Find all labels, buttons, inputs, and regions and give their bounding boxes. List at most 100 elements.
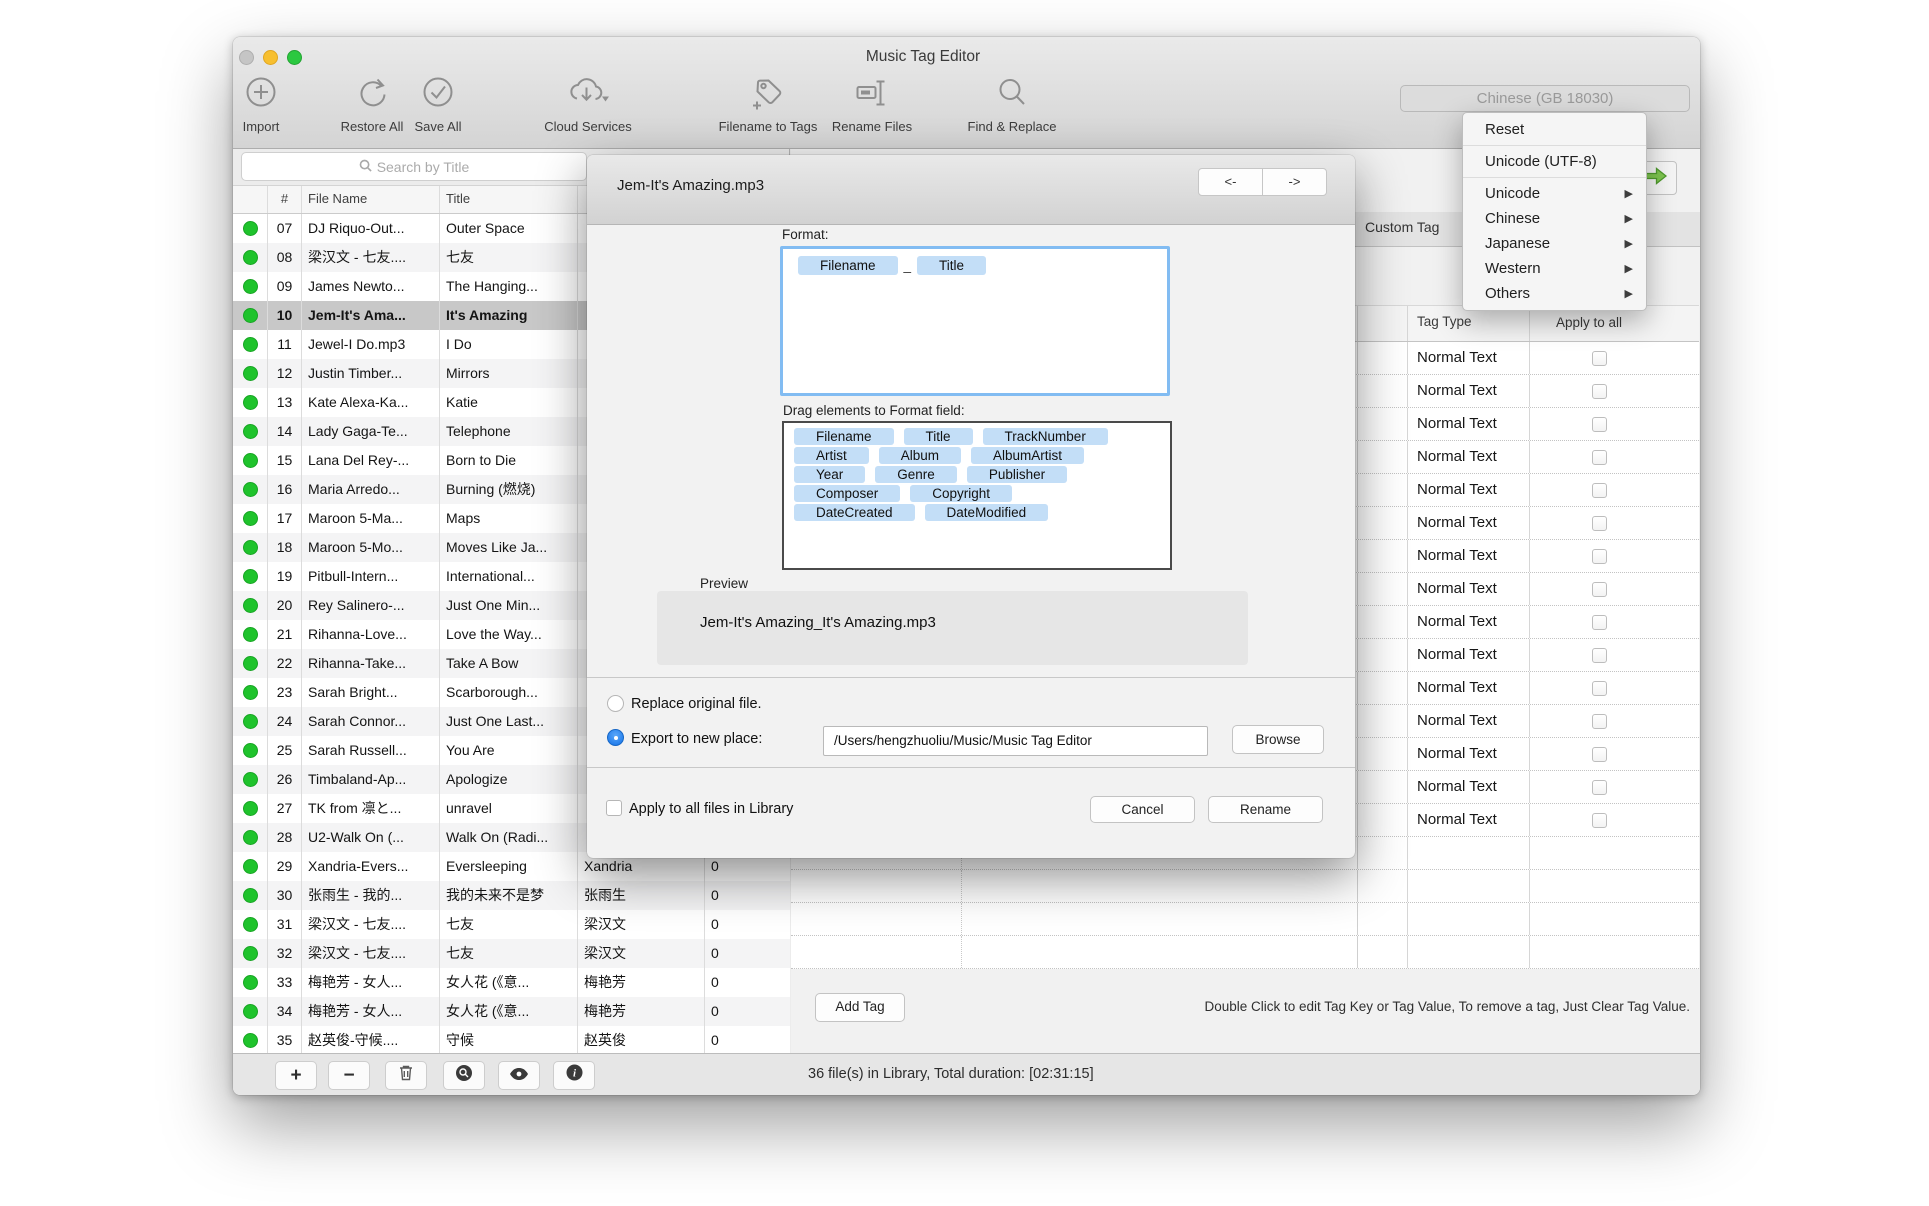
file-track: 0	[705, 997, 789, 1026]
format-element-chip[interactable]: Album	[879, 447, 961, 464]
export-path-input[interactable]: /Users/hengzhuoliu/Music/Music Tag Edito…	[823, 726, 1208, 756]
column-header-apply-to-all[interactable]: Apply to all	[1530, 306, 1699, 341]
cancel-button[interactable]: Cancel	[1090, 796, 1195, 823]
encoding-field[interactable]: Chinese (GB 18030)	[1400, 85, 1690, 112]
column-header-title[interactable]: Title	[440, 186, 578, 213]
apply-to-all-checkbox[interactable]	[1592, 780, 1607, 795]
apply-to-all-checkbox[interactable]	[1592, 483, 1607, 498]
apply-to-all-checkbox[interactable]	[1592, 747, 1607, 762]
format-element-chip[interactable]: Genre	[875, 466, 957, 483]
export-new-place-radio[interactable]	[607, 729, 624, 746]
cloud-services-button[interactable]: Cloud Services	[536, 73, 640, 134]
file-row[interactable]: 35赵英俊-守候....守候赵英俊0	[233, 1026, 790, 1055]
apply-all-label[interactable]: Apply to all files in Library	[629, 801, 793, 817]
menu-item-unicode-utf-8-[interactable]: Unicode (UTF-8)	[1463, 149, 1646, 174]
format-label: Format:	[782, 227, 829, 242]
menu-item-reset[interactable]: Reset	[1463, 117, 1646, 142]
preview-value: Jem-It's Amazing_It's Amazing.mp3	[700, 614, 936, 631]
file-name: Xandria-Evers...	[302, 852, 440, 881]
close-button[interactable]	[239, 50, 254, 65]
format-element-chip[interactable]: Filename	[794, 428, 894, 445]
file-row[interactable]: 30张雨生 - 我的...我的未来不是梦张雨生0	[233, 881, 790, 910]
apply-to-all-checkbox[interactable]	[1592, 582, 1607, 597]
file-row[interactable]: 34梅艳芳 - 女人...女人花 (《意...梅艳芳0	[233, 997, 790, 1026]
format-element-chip[interactable]: TrackNumber	[983, 428, 1108, 445]
format-element-chip[interactable]: DateModified	[925, 504, 1049, 521]
column-header-file-name[interactable]: File Name	[302, 186, 440, 213]
green-dot-icon	[243, 308, 258, 323]
previous-file-button[interactable]: <-	[1198, 168, 1263, 196]
apply-to-all-checkbox[interactable]	[1592, 417, 1607, 432]
restore-all-button[interactable]: Restore All	[331, 73, 413, 134]
next-file-button[interactable]: ->	[1262, 168, 1327, 196]
apply-to-all-checkbox[interactable]	[1592, 549, 1607, 564]
format-element-chip[interactable]: DateCreated	[794, 504, 915, 521]
apply-to-all-checkbox[interactable]	[1592, 813, 1607, 828]
apply-to-all-checkbox[interactable]	[1592, 648, 1607, 663]
remove-icon: −	[343, 1065, 354, 1087]
apply-to-all-checkbox[interactable]	[1592, 615, 1607, 630]
apply-to-all-checkbox[interactable]	[1592, 450, 1607, 465]
column-header-tag-type[interactable]: Tag Type	[1408, 306, 1530, 341]
import-button[interactable]: Import	[235, 73, 287, 134]
apply-to-all-checkbox[interactable]	[1592, 351, 1607, 366]
format-element-chip[interactable]: AlbumArtist	[971, 447, 1084, 464]
format-element-chip[interactable]: Artist	[794, 447, 869, 464]
file-title: It's Amazing	[440, 301, 578, 330]
rename-button[interactable]: Rename	[1208, 796, 1323, 823]
menu-item-western[interactable]: Western▶	[1463, 256, 1646, 281]
green-dot-icon	[243, 395, 258, 410]
zoom-button[interactable]	[287, 50, 302, 65]
menu-item-unicode[interactable]: Unicode▶	[1463, 181, 1646, 206]
replace-original-radio[interactable]	[607, 695, 624, 712]
file-row[interactable]: 31梁汉文 - 七友....七友梁汉文0	[233, 910, 790, 939]
search-input[interactable]: Search by Title	[241, 152, 587, 181]
browse-button[interactable]: Browse	[1232, 725, 1324, 754]
file-row[interactable]: 32梁汉文 - 七友....七友梁汉文0	[233, 939, 790, 968]
tag-type-value: Normal Text	[1408, 573, 1530, 605]
format-element-chip[interactable]: Copyright	[910, 485, 1012, 502]
file-title: Just One Last...	[440, 707, 578, 736]
green-dot-icon	[243, 946, 258, 961]
info-button[interactable]: i	[553, 1061, 595, 1090]
replace-original-label[interactable]: Replace original file.	[631, 696, 762, 712]
format-token[interactable]: Filename	[798, 256, 898, 275]
format-token[interactable]: Title	[917, 256, 986, 275]
green-dot-icon	[243, 598, 258, 613]
search-files-button[interactable]	[443, 1061, 485, 1090]
column-header-number[interactable]: #	[268, 186, 302, 213]
search-circle-icon	[455, 1064, 473, 1088]
add-tag-button[interactable]: Add Tag	[815, 993, 905, 1022]
add-file-button[interactable]: +	[275, 1061, 317, 1090]
filename-to-tags-button[interactable]: Filename to Tags	[706, 73, 830, 134]
format-element-chip[interactable]: Composer	[794, 485, 900, 502]
format-field[interactable]: Filename_Title	[780, 246, 1170, 396]
remove-file-button[interactable]: −	[328, 1061, 370, 1090]
rename-files-button[interactable]: Rename Files	[826, 73, 918, 134]
apply-to-all-checkbox[interactable]	[1592, 681, 1607, 696]
apply-all-checkbox[interactable]	[606, 800, 622, 816]
menu-item-others[interactable]: Others▶	[1463, 281, 1646, 306]
green-dot-icon	[243, 511, 258, 526]
preview-button[interactable]	[498, 1061, 540, 1090]
format-element-chip[interactable]: Title	[904, 428, 973, 445]
delete-button[interactable]	[385, 1061, 427, 1090]
tab-custom-tag[interactable]: Custom Tag	[1365, 219, 1439, 235]
apply-to-all-checkbox[interactable]	[1592, 384, 1607, 399]
find-replace-button[interactable]: Find & Replace	[962, 73, 1062, 134]
file-name: Maroon 5-Mo...	[302, 533, 440, 562]
export-new-place-label[interactable]: Export to new place:	[631, 731, 762, 747]
green-dot-icon	[243, 453, 258, 468]
minimize-button[interactable]	[263, 50, 278, 65]
menu-item-japanese[interactable]: Japanese▶	[1463, 231, 1646, 256]
format-element-chip[interactable]: Year	[794, 466, 865, 483]
apply-to-all-checkbox[interactable]	[1592, 714, 1607, 729]
screen: { "window": {"title": "Music Tag Editor"…	[0, 0, 1929, 1206]
file-number: 19	[268, 562, 302, 591]
file-title: The Hanging...	[440, 272, 578, 301]
save-all-button[interactable]: Save All	[403, 73, 473, 134]
format-element-chip[interactable]: Publisher	[967, 466, 1067, 483]
menu-item-chinese[interactable]: Chinese▶	[1463, 206, 1646, 231]
apply-to-all-checkbox[interactable]	[1592, 516, 1607, 531]
file-row[interactable]: 33梅艳芳 - 女人...女人花 (《意...梅艳芳0	[233, 968, 790, 997]
